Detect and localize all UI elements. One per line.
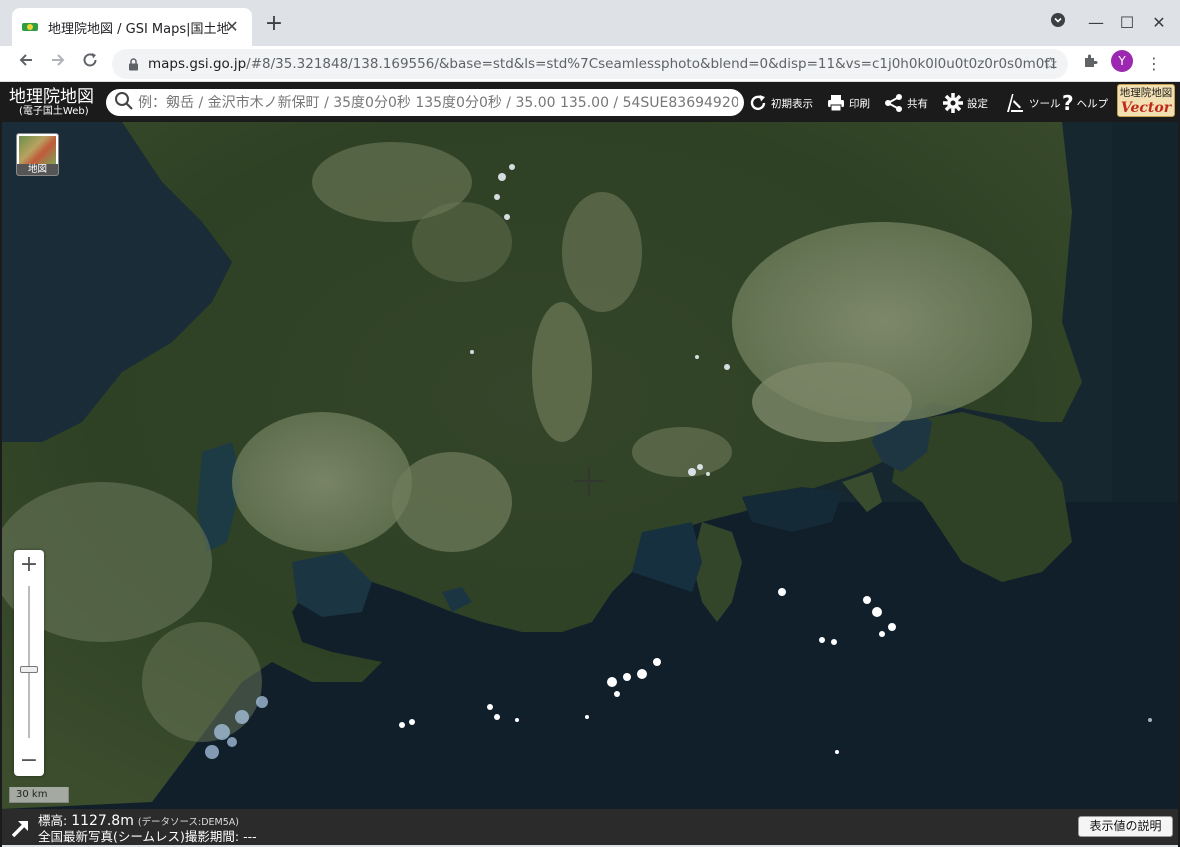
extensions-icon[interactable] bbox=[1076, 50, 1104, 78]
scale-bar: 30 km bbox=[9, 787, 69, 803]
zoom-slider-handle[interactable] bbox=[20, 666, 38, 673]
layer-selector-button[interactable]: 地図 bbox=[16, 133, 59, 176]
zoom-out-button[interactable]: − bbox=[14, 746, 44, 776]
browser-tab[interactable]: 地理院地図 / GSI Maps|国土地理院 ✕ bbox=[12, 8, 252, 46]
explain-values-button[interactable]: 表示値の説明 bbox=[1078, 816, 1173, 837]
print-icon bbox=[826, 93, 846, 113]
print-button[interactable]: 印刷 bbox=[826, 91, 870, 115]
search-icon[interactable] bbox=[114, 91, 134, 115]
tab-title: 地理院地図 / GSI Maps|国土地理院 bbox=[48, 21, 228, 37]
window-border-left bbox=[0, 82, 2, 847]
maximize-icon[interactable]: ☐ bbox=[1114, 10, 1140, 36]
gear-icon bbox=[942, 92, 964, 114]
tools-label: ツール bbox=[1029, 97, 1061, 110]
settings-button[interactable]: 設定 bbox=[942, 91, 988, 115]
vector-badge-top: 地理院地図 bbox=[1119, 87, 1173, 99]
share-icon bbox=[884, 93, 904, 113]
settings-label: 設定 bbox=[967, 97, 988, 110]
url-text: maps.gsi.go.jp/#8/35.321848/138.169556/&… bbox=[148, 56, 1058, 72]
photo-period-readout: 全国最新写真(シームレス)撮影期間: --- bbox=[38, 829, 257, 844]
zoom-control: + − bbox=[14, 550, 44, 776]
share-button[interactable]: 共有 bbox=[884, 91, 928, 115]
site-logo[interactable]: 地理院地図 (電子国土Web) bbox=[9, 88, 94, 118]
new-tab-button[interactable]: + bbox=[262, 12, 286, 36]
reload-page-icon[interactable] bbox=[76, 50, 104, 78]
vector-badge-bottom: Vector bbox=[1120, 100, 1172, 116]
print-label: 印刷 bbox=[849, 97, 870, 110]
forward-icon[interactable] bbox=[44, 50, 72, 78]
reset-view-label: 初期表示 bbox=[771, 97, 813, 110]
info-bar: 標高: 1127.8m (データソース:DEM5A) 全国最新写真(シームレス)… bbox=[2, 809, 1178, 845]
search-input[interactable] bbox=[138, 94, 738, 111]
place-search-box[interactable] bbox=[106, 89, 744, 116]
window-close-icon[interactable]: ✕ bbox=[1146, 10, 1172, 36]
profile-avatar[interactable]: Y bbox=[1111, 50, 1133, 72]
tab-search-icon[interactable] bbox=[1045, 10, 1071, 36]
browser-tabbar: 地理院地図 / GSI Maps|国土地理院 ✕ + — ☐ ✕ bbox=[0, 0, 1180, 46]
share-label: 共有 bbox=[907, 97, 928, 110]
minimize-icon[interactable]: — bbox=[1083, 10, 1109, 36]
tools-icon bbox=[1004, 92, 1026, 114]
reset-view-button[interactable]: 初期表示 bbox=[748, 91, 813, 115]
help-icon: ? bbox=[1062, 91, 1074, 115]
back-icon[interactable] bbox=[12, 50, 40, 78]
tools-button[interactable]: ツール bbox=[1004, 91, 1061, 115]
layer-label: 地図 bbox=[17, 164, 58, 175]
gsi-header: 地理院地図 (電子国土Web) 初期表示 印刷 共有 設定 ツー bbox=[2, 82, 1178, 122]
expand-arrow-icon[interactable] bbox=[10, 817, 32, 839]
browser-toolbar: maps.gsi.go.jp/#8/35.321848/138.169556/&… bbox=[0, 46, 1180, 82]
logo-main: 地理院地図 bbox=[9, 87, 94, 107]
vector-map-link[interactable]: 地理院地図 Vector bbox=[1117, 84, 1175, 117]
lock-icon[interactable] bbox=[126, 57, 140, 71]
zoom-in-button[interactable]: + bbox=[14, 550, 44, 580]
help-label: ヘルプ bbox=[1076, 97, 1109, 110]
bookmark-star-icon[interactable]: ☆ bbox=[1043, 54, 1058, 74]
help-button[interactable]: ? ヘルプ bbox=[1062, 91, 1108, 115]
address-bar[interactable]: maps.gsi.go.jp/#8/35.321848/138.169556/&… bbox=[112, 49, 1068, 79]
reload-icon bbox=[748, 93, 768, 113]
tab-close-icon[interactable]: ✕ bbox=[222, 17, 242, 37]
logo-sub: (電子国土Web) bbox=[19, 106, 89, 117]
browser-menu-icon[interactable]: ⋮ bbox=[1140, 50, 1168, 78]
gsi-favicon-icon bbox=[22, 19, 38, 35]
zoom-slider-track[interactable] bbox=[28, 586, 30, 738]
layer-thumbnail bbox=[19, 136, 56, 166]
map-center-crosshair-icon bbox=[574, 466, 604, 496]
